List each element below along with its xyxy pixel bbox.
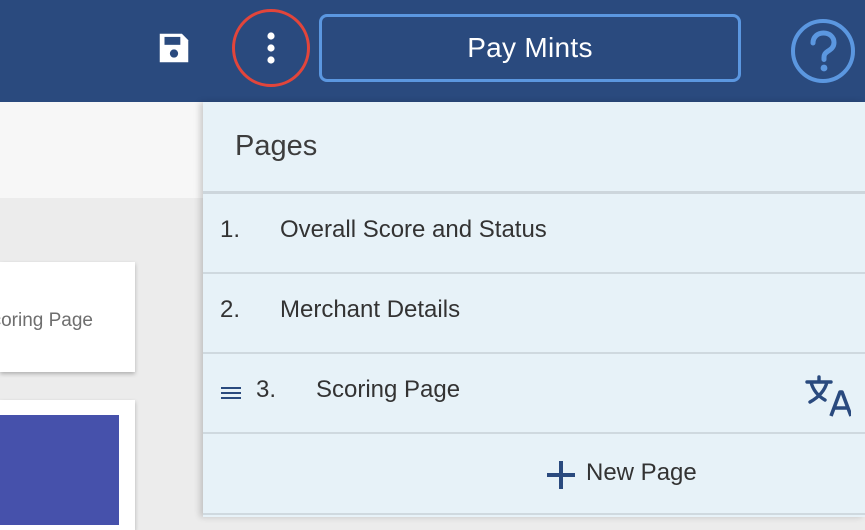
page-number: 3. xyxy=(256,376,277,403)
page-row-3[interactable]: 3. Scoring Page xyxy=(203,354,865,434)
page-number: 2. xyxy=(220,296,241,323)
page-card-label: Scoring Page xyxy=(0,310,93,331)
page-row-2[interactable]: 2. Merchant Details xyxy=(203,274,865,354)
project-name-button[interactable]: Pay Mints xyxy=(319,14,741,82)
help-button[interactable] xyxy=(789,17,857,85)
help-circle-icon xyxy=(791,19,855,83)
drag-handle-icon[interactable] xyxy=(221,385,241,401)
more-options-button[interactable] xyxy=(232,9,310,87)
plus-icon xyxy=(547,461,575,489)
page-editor-area: Scoring Page xyxy=(0,102,203,530)
page-number: 1. xyxy=(220,216,241,243)
editor-header xyxy=(0,102,203,198)
save-icon xyxy=(159,33,189,63)
page-name: Scoring Page xyxy=(316,376,461,403)
preview-card[interactable] xyxy=(0,400,135,530)
new-page-button[interactable]: New Page xyxy=(203,435,865,515)
translate-icon[interactable] xyxy=(805,374,851,418)
page-card[interactable]: Scoring Page xyxy=(0,262,135,372)
pages-title: Pages xyxy=(235,130,318,162)
save-button[interactable] xyxy=(154,28,194,68)
preview-image xyxy=(0,415,119,525)
pages-panel: Pages 1. Overall Score and Status 2. Mer… xyxy=(203,102,865,517)
new-page-label: New Page xyxy=(586,459,697,486)
project-name-label: Pay Mints xyxy=(467,32,593,63)
page-name: Overall Score and Status xyxy=(280,216,547,243)
top-toolbar: Pay Mints xyxy=(0,0,865,102)
page-name: Merchant Details xyxy=(280,296,461,323)
page-row-1[interactable]: 1. Overall Score and Status xyxy=(203,194,865,274)
more-vertical-icon xyxy=(267,32,275,64)
